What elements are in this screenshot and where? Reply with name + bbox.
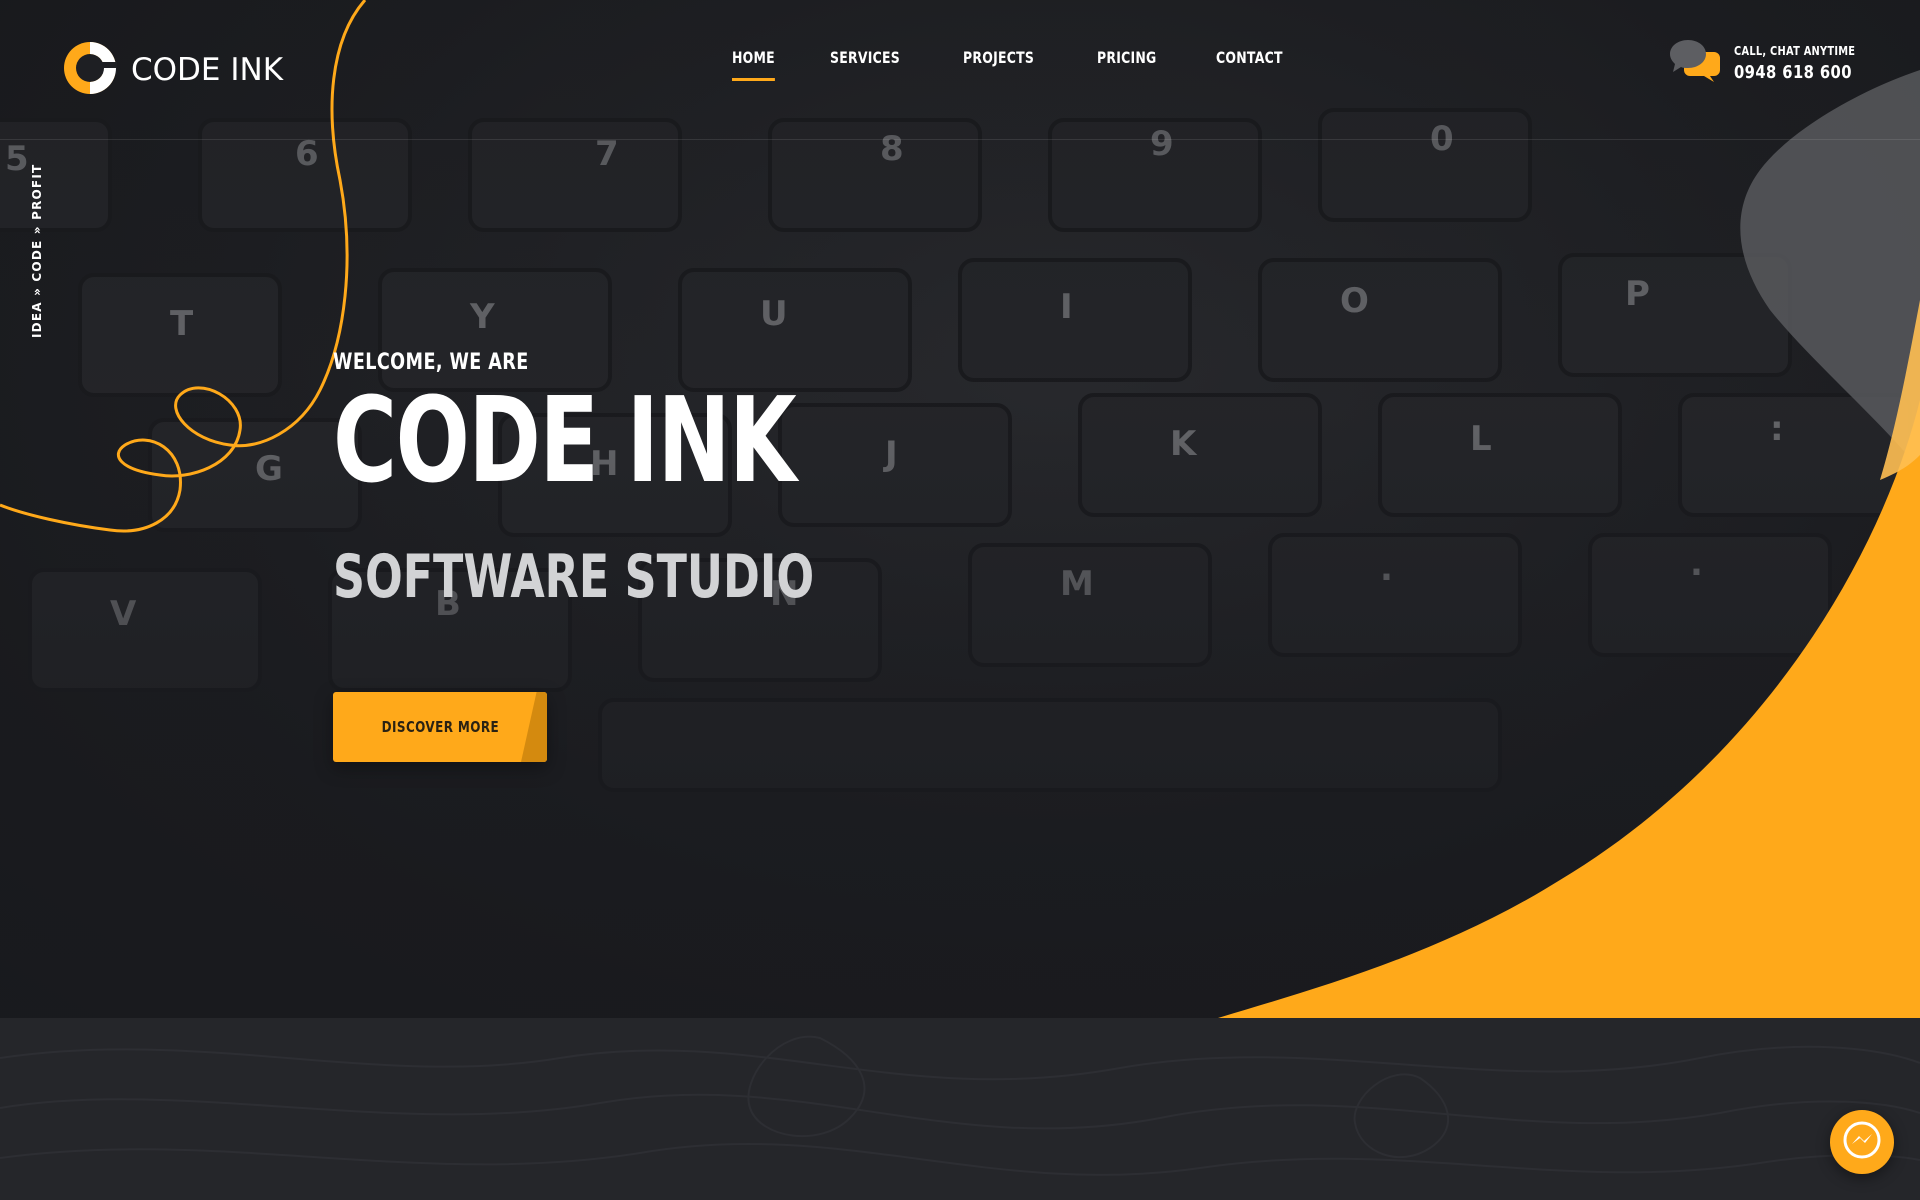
code-ink-logo-icon bbox=[63, 41, 117, 100]
messenger-icon bbox=[1840, 1118, 1884, 1167]
hero-section: 5 6 7 8 9 0 T Y U I O P G H J K L : V B bbox=[0, 0, 1920, 1018]
site-header: CODE INK HOME SERVICES PROJECTS PRICING … bbox=[0, 0, 1920, 140]
page: 5 6 7 8 9 0 T Y U I O P G H J K L : V B bbox=[0, 0, 1920, 1200]
lower-section bbox=[0, 1018, 1920, 1200]
nav-item-contact[interactable]: CONTACT bbox=[1216, 46, 1283, 69]
contact-label: CALL, CHAT ANYTIME bbox=[1734, 44, 1856, 58]
discover-more-button[interactable]: DISCOVER MORE bbox=[333, 692, 547, 762]
chat-bubbles-icon bbox=[1670, 38, 1720, 89]
main-nav: HOME SERVICES PROJECTS PRICING CONTACT bbox=[732, 46, 1302, 81]
hero-text: WELCOME, WE ARE CODE INK SOFTWARE STUDIO bbox=[333, 350, 983, 607]
messenger-chat-button[interactable] bbox=[1830, 1110, 1894, 1174]
orange-swoosh-shape bbox=[1218, 400, 1920, 1018]
topography-pattern bbox=[0, 1035, 1920, 1176]
nav-item-services[interactable]: SERVICES bbox=[830, 46, 900, 69]
nav-item-home[interactable]: HOME bbox=[732, 46, 775, 81]
nav-item-projects[interactable]: PROJECTS bbox=[963, 46, 1034, 69]
hero-subtitle: SOFTWARE STUDIO bbox=[333, 542, 815, 612]
header-contact: CALL, CHAT ANYTIME 0948 618 600 bbox=[1670, 38, 1882, 89]
side-tagline: IDEA » CODE » PROFIT bbox=[30, 163, 44, 338]
hero-title: CODE INK bbox=[333, 371, 797, 509]
logo-text: CODE INK bbox=[131, 52, 284, 88]
logo[interactable]: CODE INK bbox=[63, 41, 284, 100]
discover-more-label: DISCOVER MORE bbox=[381, 718, 499, 736]
contact-phone-link[interactable]: 0948 618 600 bbox=[1734, 62, 1855, 83]
contact-text: CALL, CHAT ANYTIME 0948 618 600 bbox=[1734, 44, 1882, 83]
nav-item-pricing[interactable]: PRICING bbox=[1097, 46, 1157, 69]
